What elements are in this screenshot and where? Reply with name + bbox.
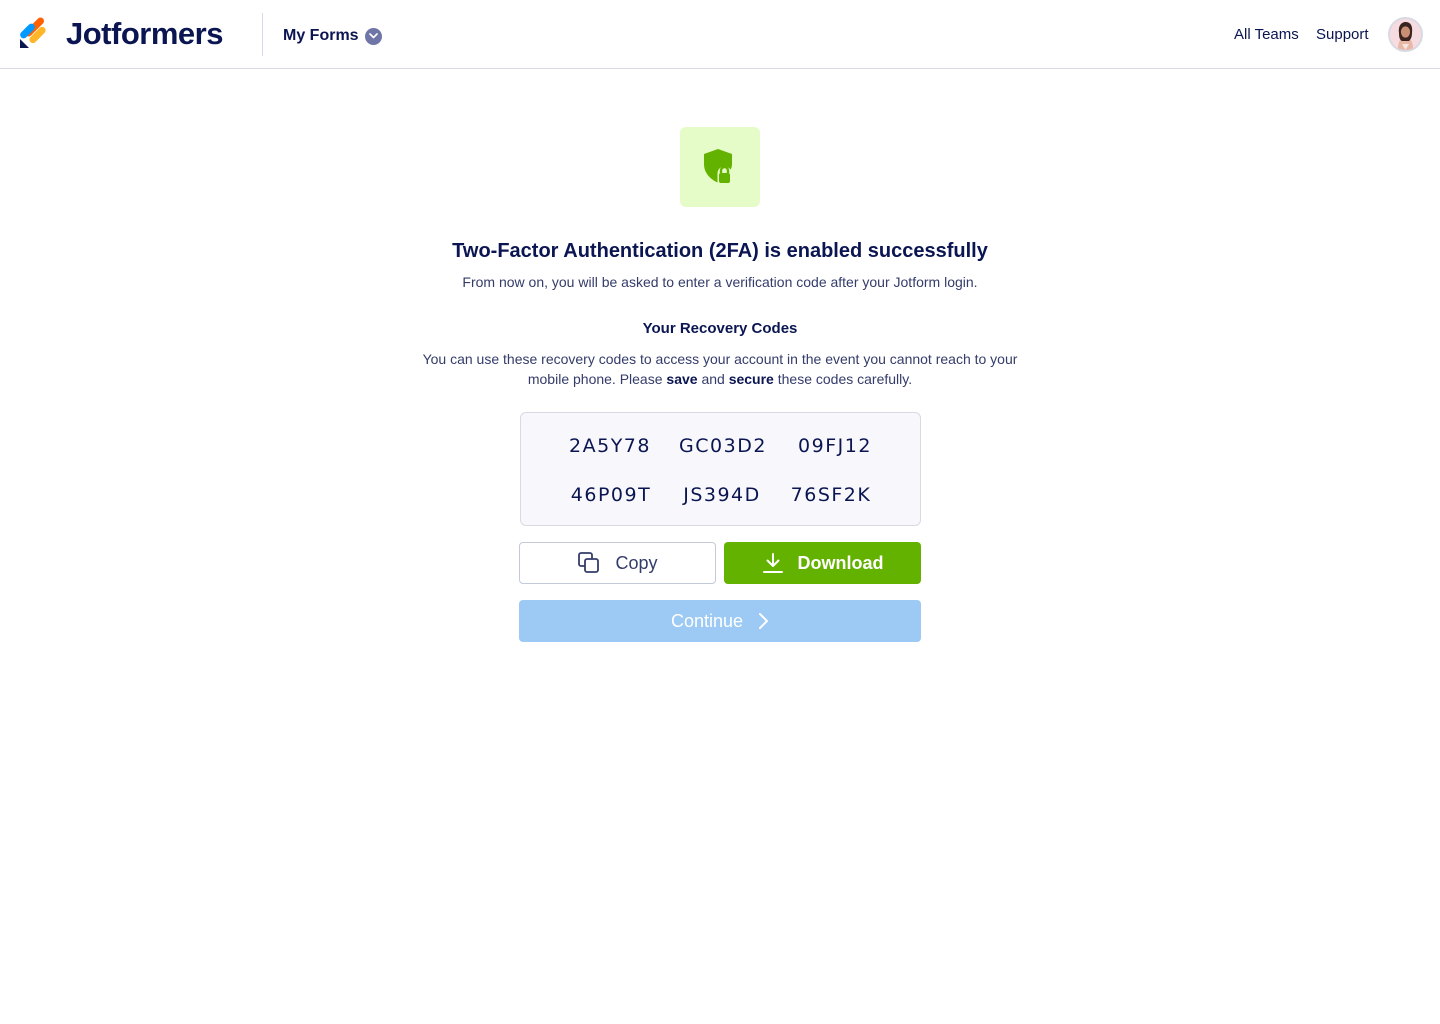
my-forms-dropdown[interactable]: My Forms bbox=[283, 25, 382, 47]
recovery-code: 09FJ12 bbox=[798, 435, 872, 457]
jotform-logo-icon[interactable] bbox=[18, 17, 50, 49]
page-subtitle: From now on, you will be asked to enter … bbox=[462, 274, 978, 290]
recovery-desc-secure: secure bbox=[728, 371, 774, 387]
recovery-code: 76SF2K bbox=[790, 484, 872, 506]
brand-name[interactable]: Jotformers bbox=[66, 14, 223, 54]
copy-button[interactable]: Copy bbox=[519, 542, 716, 584]
download-button[interactable]: Download bbox=[724, 542, 921, 584]
download-icon bbox=[762, 553, 783, 573]
recovery-code: GC03D2 bbox=[679, 435, 767, 457]
recovery-desc-and: and bbox=[697, 371, 729, 387]
nav-support-link[interactable]: Support bbox=[1316, 25, 1369, 45]
shield-lock-icon bbox=[704, 149, 732, 183]
download-button-label: Download bbox=[797, 552, 884, 573]
page-title: Two-Factor Authentication (2FA) is enabl… bbox=[452, 240, 988, 262]
continue-button[interactable]: Continue bbox=[519, 600, 921, 642]
my-forms-label: My Forms bbox=[283, 27, 359, 44]
top-header: Jotformers My Forms All Teams Support bbox=[0, 0, 1440, 69]
user-avatar[interactable] bbox=[1388, 17, 1423, 52]
recovery-codes-box: 2A5Y78 GC03D2 09FJ12 46P09T JS394D 76SF2… bbox=[520, 412, 921, 526]
recovery-code: 2A5Y78 bbox=[569, 435, 651, 457]
nav-all-teams-link[interactable]: All Teams bbox=[1234, 25, 1299, 45]
copy-icon bbox=[578, 552, 600, 573]
chevron-right-icon bbox=[759, 613, 769, 629]
recovery-codes-description: You can use these recovery codes to acce… bbox=[420, 349, 1020, 389]
chevron-down-icon bbox=[364, 27, 382, 45]
recovery-desc-end: these codes carefully. bbox=[773, 371, 913, 387]
recovery-code: JS394D bbox=[683, 484, 761, 506]
recovery-code: 46P09T bbox=[570, 484, 652, 506]
security-status-badge bbox=[680, 127, 760, 207]
continue-button-label: Continue bbox=[670, 610, 744, 631]
recovery-codes-heading: Your Recovery Codes bbox=[642, 320, 798, 337]
header-divider bbox=[262, 13, 263, 56]
recovery-desc-save: save bbox=[666, 371, 698, 387]
copy-button-label: Copy bbox=[615, 552, 658, 573]
